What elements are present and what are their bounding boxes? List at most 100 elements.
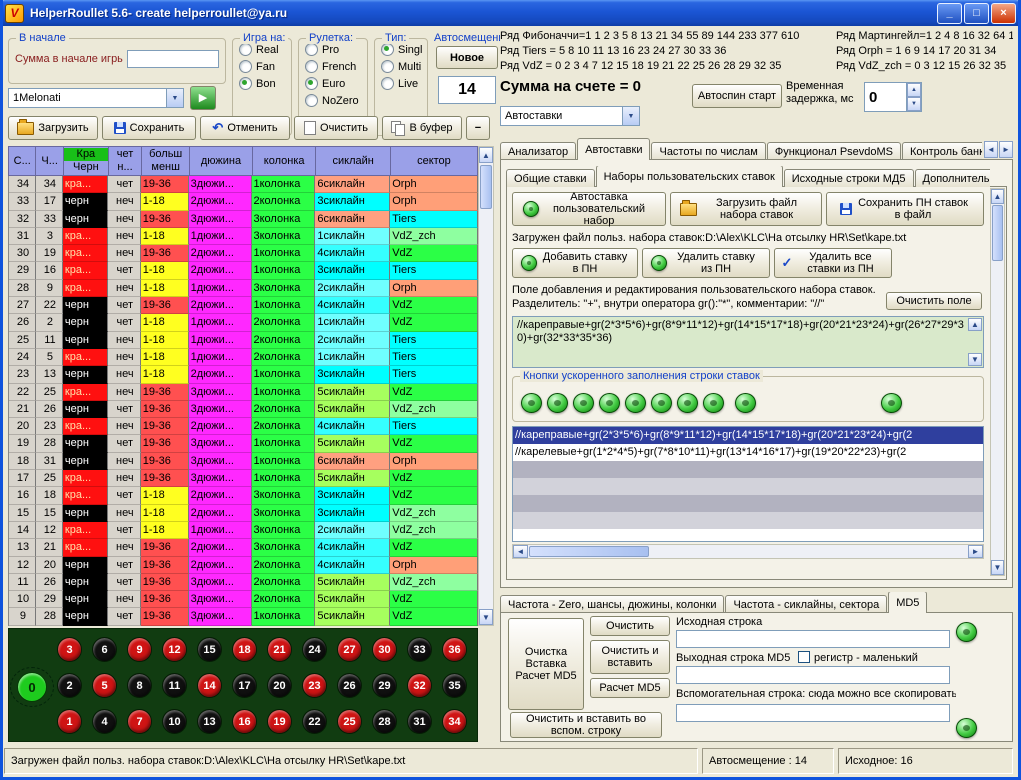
board-number-6[interactable]: 6 [92, 637, 117, 662]
history-row[interactable]: 1515черннеч1-182дюжи...3колонка3сиклайнV… [9, 505, 478, 522]
history-row[interactable]: 3233черннеч19-363дюжи...3колонка6сиклайн… [9, 211, 478, 228]
quick-fill-button-1[interactable] [521, 393, 542, 413]
board-number-14[interactable]: 14 [197, 673, 222, 698]
minus-button[interactable]: − [466, 116, 490, 140]
undo-button[interactable]: ↶Отменить [200, 116, 290, 140]
subtab-common-bets[interactable]: Общие ставки [506, 169, 595, 187]
board-number-2[interactable]: 2 [57, 673, 82, 698]
scroll-down-icon[interactable]: ▼ [968, 353, 982, 366]
history-row[interactable]: 1412кра...чет1-181дюжи...3колонка2сиклай… [9, 522, 478, 539]
board-number-20[interactable]: 20 [267, 673, 292, 698]
delete-bet-button[interactable]: Удалить ставку из ПН [642, 248, 770, 278]
subtab-additional[interactable]: Дополнительные [915, 169, 991, 187]
load-button[interactable]: Загрузить [8, 116, 98, 140]
history-row[interactable]: 1725кра...неч19-363дюжи...1колонка5сикла… [9, 470, 478, 487]
board-number-18[interactable]: 18 [232, 637, 257, 662]
tab-scroll-left-icon[interactable]: ◄ [984, 141, 998, 158]
board-number-29[interactable]: 29 [372, 673, 397, 698]
history-row[interactable]: 3317черннеч1-182дюжи...2колонка3сиклайнO… [9, 193, 478, 210]
board-number-36[interactable]: 36 [442, 637, 467, 662]
scroll-down-icon[interactable]: ▼ [991, 560, 1004, 575]
spin-up-icon[interactable]: ▲ [907, 83, 921, 97]
quick-fill-button-3[interactable] [573, 393, 594, 413]
scroll-up-icon[interactable]: ▲ [479, 147, 493, 163]
autobets-combobox[interactable]: Автоставки ▼ [500, 106, 640, 126]
board-number-32[interactable]: 32 [407, 673, 432, 698]
history-row[interactable]: 928чернчет19-363дюжи...1колонка5сиклайнV… [9, 608, 478, 625]
radio-circle-icon[interactable] [239, 43, 252, 56]
minimize-button[interactable]: _ [937, 3, 962, 24]
history-row[interactable]: 2023кра...неч19-362дюжи...2колонка4сикла… [9, 418, 478, 435]
board-number-5[interactable]: 5 [92, 673, 117, 698]
quick-fill-button-9[interactable] [735, 393, 756, 413]
history-row[interactable]: 1321кра...неч19-362дюжи...3колонка4сикла… [9, 539, 478, 556]
history-row[interactable]: 2126чернчет19-363дюжи...2колонка5сиклайн… [9, 401, 478, 418]
history-row[interactable]: 2313черннеч1-182дюжи...1колонка3сиклайнT… [9, 366, 478, 383]
radio-fan[interactable]: Fan [239, 60, 291, 73]
radio-circle-icon[interactable] [239, 77, 252, 90]
history-row[interactable]: 1220чернчет19-362дюжи...2колонка4сиклайн… [9, 557, 478, 574]
board-number-4[interactable]: 4 [92, 709, 117, 734]
quick-fill-button-10[interactable] [881, 393, 902, 413]
autospin-start-button[interactable]: Автоспин старт [692, 84, 782, 108]
scrollbar-thumb[interactable] [992, 205, 1003, 261]
md5-source-action-button[interactable] [956, 622, 977, 642]
board-number-15[interactable]: 15 [197, 637, 222, 662]
bets-list[interactable]: //кареправые+gr(2*3*5*6)+gr(8*9*11*12)+g… [512, 426, 984, 542]
history-row[interactable]: 2225кра...неч19-363дюжи...1колонка5сикла… [9, 384, 478, 401]
new-spin-button[interactable]: Новое [436, 46, 498, 69]
board-number-27[interactable]: 27 [337, 637, 362, 662]
board-number-25[interactable]: 25 [337, 709, 362, 734]
tab-freq-sectors[interactable]: Частота - сиклайны, сектора [725, 595, 887, 613]
history-row[interactable]: 1618кра...чет1-182дюжи...3колонка3сиклай… [9, 487, 478, 504]
board-number-34[interactable]: 34 [442, 709, 467, 734]
quick-fill-button-6[interactable] [651, 393, 672, 413]
board-number-17[interactable]: 17 [232, 673, 257, 698]
title-bar[interactable]: V HelperRoullet 5.6- create helperroulle… [0, 0, 1021, 26]
history-row[interactable]: 3019кра...неч19-362дюжи...1колонка4сикла… [9, 245, 478, 262]
copy-buffer-button[interactable]: В буфер [382, 116, 462, 140]
radio-circle-icon[interactable] [381, 77, 394, 90]
history-row[interactable]: 2916кра...чет1-182дюжи...1колонка3сиклай… [9, 262, 478, 279]
bet-edit-field[interactable]: //кареправые+gr(2*3*5*6)+gr(8*9*11*12)+g… [512, 316, 984, 368]
subtab-md5-source[interactable]: Исходные строки МД5 [784, 169, 914, 187]
md5-combined-button[interactable]: Очистка Вставка Расчет MD5 [508, 618, 584, 710]
history-row[interactable]: 289кра...неч1-181дюжи...3колонка2сиклайн… [9, 280, 478, 297]
board-number-13[interactable]: 13 [197, 709, 222, 734]
autobet-user-set-button[interactable]: Автоставка пользовательский набор [512, 192, 666, 226]
subtab-user-bet-sets[interactable]: Наборы пользовательских ставок [596, 166, 783, 187]
save-button[interactable]: Сохранить [102, 116, 196, 140]
board-number-19[interactable]: 19 [267, 709, 292, 734]
chevron-down-icon[interactable]: ▼ [166, 89, 183, 107]
save-bet-file-button[interactable]: Сохранить ПН ставок в файл [826, 192, 984, 226]
radio-bon[interactable]: Bon [239, 77, 291, 90]
history-row[interactable]: 3434кра...чет19-363дюжи...1колонка6сикла… [9, 176, 478, 193]
tab-autobets[interactable]: Автоставки [577, 138, 650, 160]
tab-freq-chances[interactable]: Частота - Zero, шансы, дюжины, колонки [500, 595, 724, 613]
board-number-8[interactable]: 8 [127, 673, 152, 698]
board-number-31[interactable]: 31 [407, 709, 432, 734]
tab-bankroll-control[interactable]: Контроль банкролла [902, 142, 982, 160]
board-number-16[interactable]: 16 [232, 709, 257, 734]
strategy-combobox[interactable]: 1Melonati ▼ [8, 88, 184, 108]
radio-french[interactable]: French [305, 60, 367, 73]
spin-down-icon[interactable]: ▼ [907, 97, 921, 111]
tab-psevdoms[interactable]: Функционал PsevdoMS [767, 142, 901, 160]
radio-real[interactable]: Real [239, 43, 291, 56]
tab-analyzer[interactable]: Анализатор [500, 142, 576, 160]
board-number-33[interactable]: 33 [407, 637, 432, 662]
tab-number-frequencies[interactable]: Частоты по числам [651, 142, 765, 160]
scroll-up-icon[interactable]: ▲ [968, 318, 982, 331]
history-row[interactable]: 1029черннеч19-363дюжи...2колонка5сиклайн… [9, 591, 478, 608]
scrollbar-thumb[interactable] [480, 165, 492, 209]
scrollbar-thumb[interactable] [529, 546, 649, 557]
close-button[interactable]: × [991, 3, 1016, 24]
history-row[interactable]: 2511черннеч1-181дюжи...2колонка2сиклайнT… [9, 332, 478, 349]
md5-aux-action-button[interactable] [956, 718, 977, 738]
radio-circle-icon[interactable] [381, 60, 394, 73]
bets-list-hscrollbar[interactable]: ◄ ► [512, 544, 984, 559]
md5-clear-paste-aux-button[interactable]: Очистить и вставить во вспом. строку [510, 712, 662, 738]
md5-calc-button[interactable]: Расчет MD5 [590, 678, 670, 698]
radio-circle-icon[interactable] [381, 43, 394, 56]
scroll-up-icon[interactable]: ▲ [991, 189, 1004, 204]
